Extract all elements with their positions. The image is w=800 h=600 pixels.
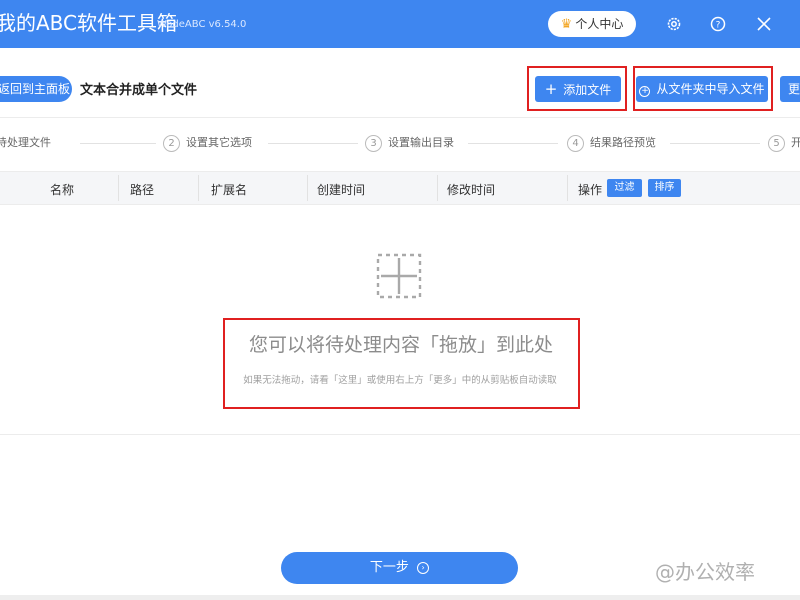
highlight-box-drop — [223, 318, 580, 409]
app-title: 我的ABC软件工具箱 — [0, 11, 178, 35]
page-title: 文本合并成单个文件 — [80, 83, 198, 98]
more-button[interactable]: 更 — [780, 76, 800, 102]
column-divider — [307, 175, 308, 201]
step-3-label: 设置输出目录 — [388, 136, 454, 149]
column-divider — [198, 175, 199, 201]
help-icon[interactable]: ? — [708, 14, 728, 34]
next-step-label: 下一步 — [369, 560, 409, 575]
step-1: 待处理文件 — [0, 134, 51, 150]
step-2: 2 设置其它选项 — [163, 134, 252, 152]
column-actions: 操作 — [578, 183, 603, 197]
step-number: 2 — [163, 134, 180, 152]
column-extension: 扩展名 — [211, 183, 248, 197]
column-divider — [567, 175, 568, 201]
step-connector — [468, 143, 558, 144]
step-2-label: 设置其它选项 — [186, 136, 252, 149]
step-5-label: 开 — [791, 136, 800, 149]
step-number: 3 — [365, 134, 382, 152]
crown-icon: ♛ — [560, 17, 573, 32]
column-divider — [437, 175, 438, 201]
user-center-button[interactable]: ♛ 个人中心 — [548, 11, 636, 37]
window-bottom-edge — [0, 595, 800, 600]
back-to-main-button[interactable]: 返回到主面板 — [0, 76, 72, 102]
step-connector — [268, 143, 358, 144]
column-path: 路径 — [130, 183, 155, 197]
drop-zone-icon — [375, 252, 423, 300]
sort-button[interactable]: 排序 — [648, 179, 681, 197]
step-connector — [80, 143, 156, 144]
highlight-box-add — [527, 66, 627, 111]
app-window: 我的ABC软件工具箱 WodeABC v6.54.0 ♛ 个人中心 ? 返回到主面… — [0, 0, 800, 600]
column-modified: 修改时间 — [447, 183, 496, 197]
user-center-label: 个人中心 — [575, 17, 624, 31]
step-connector — [670, 143, 760, 144]
divider — [0, 434, 800, 435]
step-4: 4 结果路径预览 — [567, 134, 656, 152]
next-step-button[interactable]: 下一步 › — [281, 552, 518, 584]
gear-icon[interactable] — [664, 14, 684, 34]
step-number: 5 — [768, 134, 785, 152]
step-1-label: 待处理文件 — [0, 136, 51, 149]
app-version: WodeABC v6.54.0 — [157, 19, 247, 30]
watermark: @办公效率 — [655, 560, 755, 584]
step-5: 5开 — [768, 134, 800, 152]
highlight-box-import — [633, 66, 773, 111]
arrow-right-icon: › — [417, 561, 430, 574]
close-icon[interactable] — [754, 14, 774, 34]
title-bar: 我的ABC软件工具箱 WodeABC v6.54.0 ♛ 个人中心 ? — [0, 0, 800, 48]
step-number: 4 — [567, 134, 584, 152]
column-name: 名称 — [50, 183, 75, 197]
step-3: 3 设置输出目录 — [365, 134, 454, 152]
step-4-label: 结果路径预览 — [590, 136, 656, 149]
filter-button[interactable]: 过滤 — [607, 179, 642, 197]
column-divider — [118, 175, 119, 201]
svg-text:?: ? — [716, 21, 721, 31]
column-created: 创建时间 — [317, 183, 366, 197]
